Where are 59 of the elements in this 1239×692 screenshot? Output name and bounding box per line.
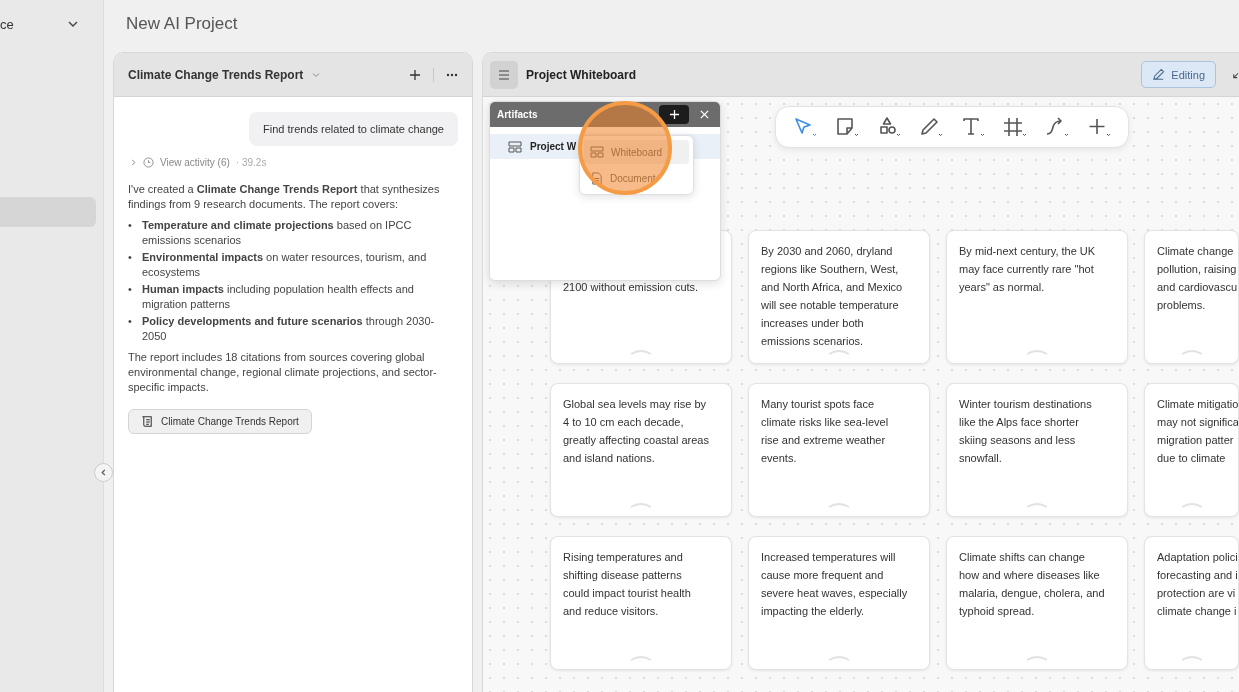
note-text: years" as normal. [959,280,1045,295]
whiteboard-title: Project Whiteboard [526,67,636,82]
note-text: By mid-next century, the UK [959,244,1096,259]
bullet-text: Policy developments and future scenarios through 2030-2050 [142,314,436,344]
note-text: Global sea levels may rise by [563,397,707,412]
note-text: climate change i [1157,604,1237,619]
note-text: Increased temperatures will [761,550,896,565]
user-message: Find trends related to climate change [249,112,458,146]
response-paragraph: The report includes 18 citations from sources covering global environmental change, regional climate projections, and sector-specific impacts. [128,350,438,395]
note-text: and cardiovascu [1157,280,1238,295]
note-text: could impact tourist health [563,586,691,601]
note-text: typhoid spread. [959,604,1035,619]
activity-duration: · 39.2s [235,157,267,168]
note-text: Climate shifts can change [959,550,1085,565]
note-text: Adaptation polici [1157,550,1238,565]
note-text: Climate change [1157,244,1234,259]
note-text: impacting the elderly. [761,604,865,619]
popover-title: Artifacts [497,109,538,120]
note-text: greatly affecting coastal areas [563,433,709,448]
note-text: increases under both [761,316,864,331]
note-text: 4 to 10 cm each decade, [563,415,684,430]
note-text: events. [761,451,797,466]
note-text: severe heat waves, especially [761,586,908,601]
note-text: skiing seasons and less [959,433,1076,448]
note-text: and island nations. [563,451,655,466]
note-text: pollution, raising [1157,262,1237,277]
note-text: migration patter [1157,433,1234,448]
note-text: Many tourist spots face [761,397,875,412]
bullet-marker: • [128,250,133,265]
note-text: may face currently rare "hot [959,262,1094,277]
note-text: By 2030 and 2060, dryland [761,244,893,259]
note-text: cause more frequent and [761,568,884,583]
note-text: and reduce visitors. [563,604,659,619]
bullet-marker: • [128,218,133,233]
note-text: regions like Southern, West, [761,262,899,277]
note-text: protection are vi [1157,586,1236,601]
note-text: due to climate [1157,451,1226,466]
response-paragraph: I've created a Climate Change Trends Report that synthesizes findings from 9 research documents. The report covers: [128,182,441,212]
note-text: problems. [1157,298,1206,313]
note-text: 2100 without emission cuts. [563,280,699,295]
note-text: emissions scenarios. [761,334,864,349]
project-title: New AI Project [125,13,239,35]
note-text: rise and extreme weather [761,433,886,448]
note-text: forecasting and i [1157,568,1238,583]
note-text: snowfall. [959,451,1002,466]
note-text: may not significa [1157,415,1238,430]
note-text: Climate mitigatio [1157,397,1238,412]
bullet-marker: • [128,314,133,329]
sidebar-heading: ce [0,16,14,32]
note-text: shifting disease patterns [563,568,682,583]
note-text: malaria, dengue, cholera, and [959,586,1105,601]
note-text: how and where diseases like [959,568,1100,583]
note-text: climate risks like sea-level [761,415,889,430]
note-text: Rising temperatures and [563,550,683,565]
bullet-marker: • [128,282,133,297]
note-text: and North Africa, and Mexico [761,280,903,295]
note-text: will see notable temperature [761,298,899,313]
note-text: like the Alps face shorter [959,415,1079,430]
note-text: Winter tourism destinations [959,397,1092,412]
